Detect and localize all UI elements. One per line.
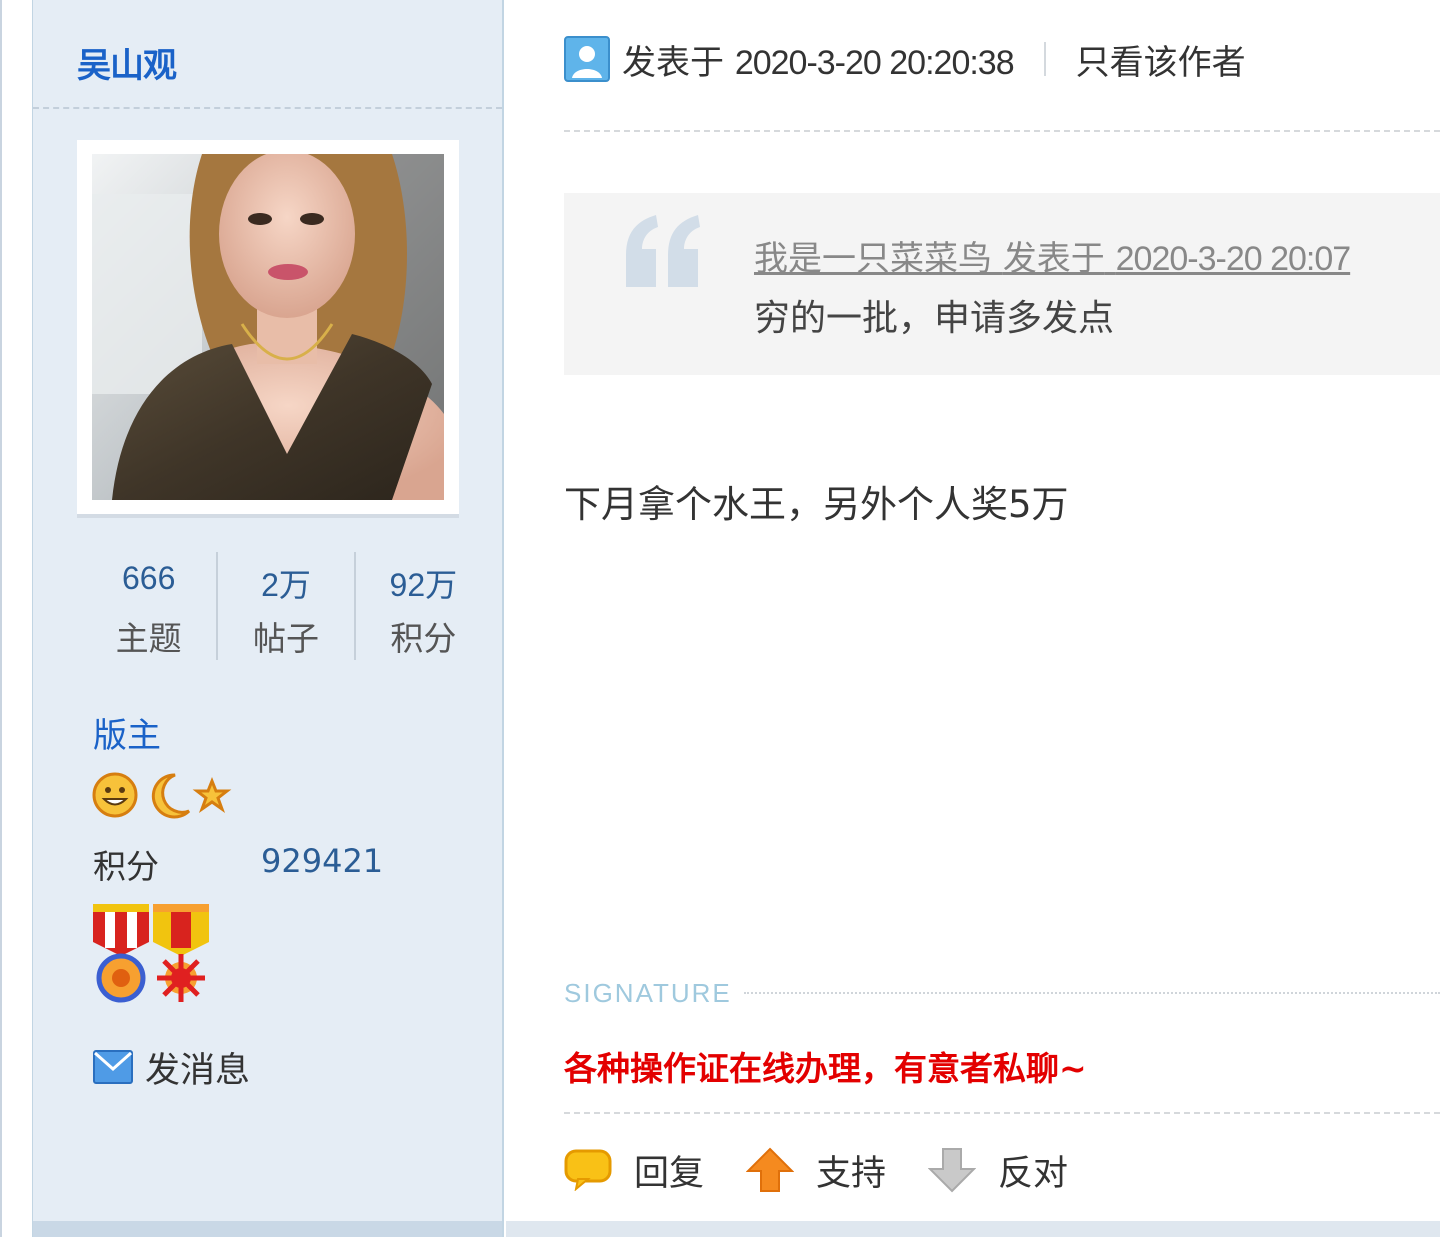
avatar-photo-image [92, 154, 444, 500]
send-message-label: 发消息 [145, 1050, 251, 1091]
user-online-icon [564, 36, 610, 82]
avatar[interactable] [92, 154, 444, 500]
quote-text: 穷的一批，申请多发点 [754, 298, 1115, 339]
forum-post-page: 吴山观 666 主题 2万 帖子 92万 积分 版主 积分 929421 发消息… [0, 0, 1440, 1237]
send-message-button[interactable]: 发消息 [93, 1042, 250, 1092]
quote-mark-icon [626, 215, 700, 287]
posted-prefix: 发表于 [622, 42, 724, 83]
sidebar-divider [33, 107, 502, 109]
reply-icon [564, 1149, 612, 1191]
actions-divider [564, 1112, 1440, 1114]
rank-level-icons [92, 772, 232, 819]
post-actions: 回复 支持 反对 [564, 1140, 1110, 1200]
main-bottom-strip [506, 1221, 1440, 1237]
stat-threads[interactable]: 666 主题 [81, 552, 219, 660]
post-body: 下月拿个水王，另外个人奖5万 [564, 483, 1069, 526]
star-icon [192, 776, 232, 813]
support-arrow-up-icon [746, 1147, 795, 1192]
post-header: 发表于 2020-3-20 20:20:38 只看该作者 [564, 30, 1246, 88]
moon-icon [151, 773, 191, 819]
reply-label: 回复 [634, 1153, 705, 1194]
only-author-link[interactable]: 只看该作者 [1076, 35, 1246, 84]
stat-points[interactable]: 92万 积分 [356, 552, 491, 660]
stat-posts-label: 帖子 [252, 619, 319, 658]
envelope-icon [93, 1050, 133, 1084]
stat-posts[interactable]: 2万 帖子 [218, 552, 356, 660]
quote-time: 2020-3-20 20:07 [1115, 240, 1352, 278]
quote-source-link[interactable]: 我是一只菜菜鸟 发表于 2020-3-20 20:07 [754, 231, 1352, 280]
signature-label: SIGNATURE [564, 977, 732, 1008]
signature-text: 各种操作证在线办理，有意者私聊~ [564, 1049, 1087, 1088]
reply-button[interactable]: 回复 [564, 1145, 704, 1196]
medals [93, 904, 209, 1003]
stat-points-label: 积分 [390, 619, 457, 658]
avatar-frame[interactable] [77, 140, 459, 518]
support-label: 支持 [816, 1153, 887, 1194]
medal-blue-icon[interactable] [93, 904, 149, 1003]
author-stats: 666 主题 2万 帖子 92万 积分 [81, 552, 491, 660]
header-separator [1043, 42, 1046, 76]
quote-block: 我是一只菜菜鸟 发表于 2020-3-20 20:07 穷的一批，申请多发点 [564, 193, 1440, 375]
stat-points-value: 92万 [389, 567, 458, 603]
oppose-label: 反对 [998, 1153, 1069, 1194]
stat-posts-value: 2万 [261, 567, 311, 603]
support-button[interactable]: 支持 [746, 1145, 886, 1196]
author-sidebar: 吴山观 666 主题 2万 帖子 92万 积分 版主 积分 929421 发消息 [32, 0, 504, 1237]
author-rank[interactable]: 版主 [93, 708, 161, 757]
quote-user: 我是一只菜菜鸟 [754, 239, 992, 279]
author-name-link[interactable]: 吴山观 [77, 38, 177, 87]
signature-header: SIGNATURE [564, 976, 1440, 1010]
points-label: 积分 [93, 847, 159, 886]
oppose-arrow-down-icon [928, 1148, 977, 1193]
stat-threads-label: 主题 [115, 619, 182, 658]
post-timestamp: 发表于 2020-3-20 20:20:38 [622, 35, 1015, 84]
header-divider [564, 130, 1440, 132]
oppose-button[interactable]: 反对 [928, 1145, 1068, 1196]
sun-icon [92, 772, 138, 818]
sidebar-bottom-strip [33, 1221, 502, 1237]
posted-time: 2020-3-20 20:20:38 [734, 43, 1015, 82]
quote-posted-prefix: 发表于 [1002, 239, 1105, 279]
stat-threads-value: 666 [121, 560, 176, 596]
signature-divider [743, 992, 1440, 994]
points-value: 929421 [261, 842, 384, 880]
medal-red-icon[interactable] [153, 904, 209, 1002]
